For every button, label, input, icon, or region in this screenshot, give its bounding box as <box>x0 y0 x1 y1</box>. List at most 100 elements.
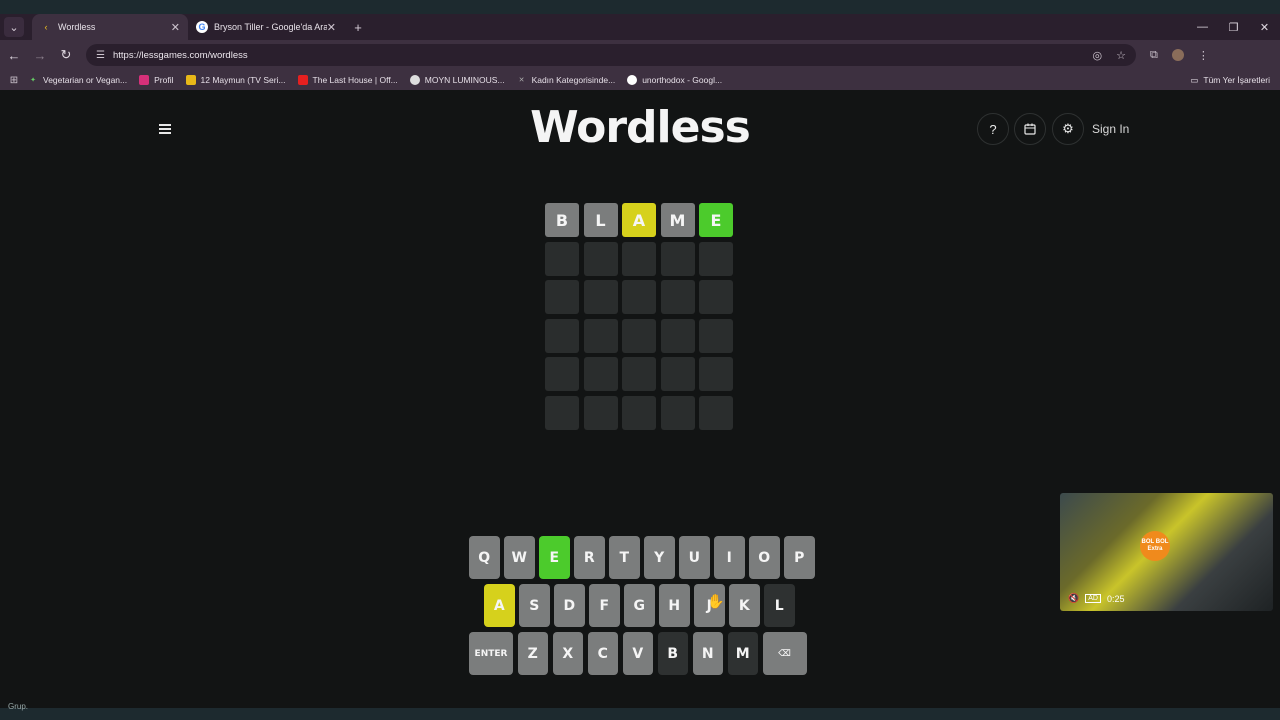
ad-label: AD <box>1085 594 1101 603</box>
bookmark-item[interactable]: MOYN LUMINOUS... <box>409 75 505 85</box>
calendar-icon <box>1024 123 1036 135</box>
wordless-page: Wordless ? ⚙ Sign In BLAME QWERTYUIOP AS… <box>0 90 1280 710</box>
tab-google-search[interactable]: G Bryson Tiller - Google'da Ara ✕ <box>188 14 344 40</box>
imdb-icon <box>185 75 196 85</box>
key-m[interactable]: M <box>727 632 758 675</box>
wordless-favicon-icon: ‹ <box>44 22 48 32</box>
key-q[interactable]: Q <box>469 536 500 579</box>
calendar-button[interactable] <box>1014 113 1046 145</box>
key-d[interactable]: D <box>554 584 585 627</box>
bookmark-item[interactable]: unorthodox - Googl... <box>627 75 722 85</box>
mute-icon[interactable]: 🔇 <box>1068 593 1079 604</box>
grid-cell <box>545 280 579 314</box>
instagram-icon <box>139 75 150 85</box>
grid-cell <box>660 357 695 391</box>
key-g[interactable]: G <box>624 584 655 627</box>
key-z[interactable]: Z <box>517 632 548 675</box>
close-tab-icon[interactable]: ✕ <box>327 21 336 34</box>
bookmark-star-icon[interactable]: ☆ <box>1116 49 1126 62</box>
minimize-icon[interactable]: — <box>1187 21 1218 34</box>
restore-icon[interactable]: ❐ <box>1218 21 1249 34</box>
profile-avatar[interactable] <box>1171 49 1184 61</box>
bookmark-item[interactable]: 12 Maymun (TV Seri... <box>185 75 286 85</box>
youtube-icon <box>297 75 308 85</box>
eye-off-icon[interactable]: ◎ <box>1093 49 1103 62</box>
backspace-key[interactable]: ⌫ <box>762 632 807 675</box>
grid-cell: M <box>660 203 695 237</box>
key-b[interactable]: B <box>657 632 688 675</box>
tab-search-button[interactable]: ⌄ <box>4 17 24 37</box>
key-a[interactable]: A <box>484 584 515 627</box>
brand-badge: BOL BOL Extra <box>1140 531 1170 561</box>
extensions-icon[interactable]: ⧉ <box>1150 49 1158 62</box>
grid-cell <box>545 241 579 276</box>
grid-cell <box>583 280 618 314</box>
grid-cell <box>622 280 656 314</box>
key-l[interactable]: L <box>764 584 795 627</box>
key-t[interactable]: T <box>609 536 640 579</box>
key-i[interactable]: I <box>714 536 745 579</box>
video-time: 0:25 <box>1106 593 1125 604</box>
grid-cell <box>622 395 656 430</box>
key-x[interactable]: X <box>552 632 583 675</box>
help-icon: ? <box>989 121 997 137</box>
grid-cell <box>660 395 695 430</box>
grid-cell <box>545 318 579 353</box>
key-e[interactable]: E <box>539 536 570 579</box>
tab-wordless[interactable]: ‹ Wordless ✕ <box>32 14 188 40</box>
grid-cell <box>660 280 695 314</box>
grid-cell <box>583 357 618 391</box>
os-taskbar-top <box>0 0 1280 14</box>
video-ad-player[interactable]: BOL BOL Extra 🔇 AD 0:25 <box>1060 493 1273 611</box>
address-bar[interactable]: ☰ https://lessgames.com/wordless ◎ ☆ <box>86 44 1136 66</box>
key-r[interactable]: R <box>574 536 605 579</box>
google-icon <box>627 75 638 85</box>
grid-cell: B <box>545 203 579 237</box>
reload-icon[interactable]: ↻ <box>54 47 78 63</box>
apps-grid-icon[interactable]: ⊞ <box>0 75 28 86</box>
key-k[interactable]: K <box>729 584 760 627</box>
bookmark-item[interactable]: ✦ Vegetarian or Vegan... <box>28 75 127 85</box>
key-f[interactable]: F <box>589 584 620 627</box>
browser-toolbar: ← → ↻ ☰ https://lessgames.com/wordless ◎… <box>0 40 1280 70</box>
all-bookmarks-folder[interactable]: ▭ Tüm Yer İşaretleri <box>1190 75 1270 86</box>
keyboard-row-1: QWERTYUIOP <box>469 536 815 579</box>
grid-cell: E <box>699 203 733 237</box>
bookmark-item[interactable]: Profil <box>139 75 174 85</box>
close-window-icon[interactable]: ✕ <box>1249 21 1280 34</box>
tab-title: Wordless <box>58 22 96 32</box>
folder-icon: ▭ <box>1190 74 1199 85</box>
grid-cell <box>699 280 733 314</box>
settings-button[interactable]: ⚙ <box>1052 113 1084 145</box>
bookmark-item[interactable]: The Last House | Off... <box>297 75 398 85</box>
grid-cell <box>699 357 733 391</box>
key-p[interactable]: P <box>784 536 815 579</box>
new-tab-button[interactable]: + <box>348 20 368 35</box>
gear-icon: ⚙ <box>1062 121 1074 136</box>
back-icon[interactable]: ← <box>2 48 26 63</box>
site-info-icon[interactable]: ☰ <box>96 50 105 61</box>
bookmark-item[interactable]: ✕ Kadın Kategorisinde... <box>517 75 616 85</box>
grid-cell: L <box>583 203 618 237</box>
forward-icon[interactable]: → <box>28 48 52 63</box>
leaf-icon: ✦ <box>30 77 36 84</box>
key-y[interactable]: Y <box>644 536 675 579</box>
browser-menu-icon[interactable]: ⋮ <box>1198 49 1209 62</box>
key-s[interactable]: S <box>519 584 550 627</box>
grid-cell <box>622 241 656 276</box>
key-n[interactable]: N <box>692 632 723 675</box>
status-strip: Grup. <box>0 700 1280 720</box>
key-u[interactable]: U <box>679 536 710 579</box>
close-tab-icon[interactable]: ✕ <box>171 21 180 34</box>
grid-cell <box>699 318 733 353</box>
key-h[interactable]: H <box>659 584 690 627</box>
key-o[interactable]: O <box>749 536 780 579</box>
key-v[interactable]: V <box>622 632 653 675</box>
url-text: https://lessgames.com/wordless <box>112 49 248 61</box>
key-w[interactable]: W <box>504 536 535 579</box>
key-c[interactable]: C <box>587 632 618 675</box>
grid-cell <box>622 318 656 353</box>
enter-key[interactable]: ENTER <box>469 632 513 675</box>
help-button[interactable]: ? <box>977 113 1009 145</box>
sign-in-link[interactable]: Sign In <box>1092 122 1129 136</box>
